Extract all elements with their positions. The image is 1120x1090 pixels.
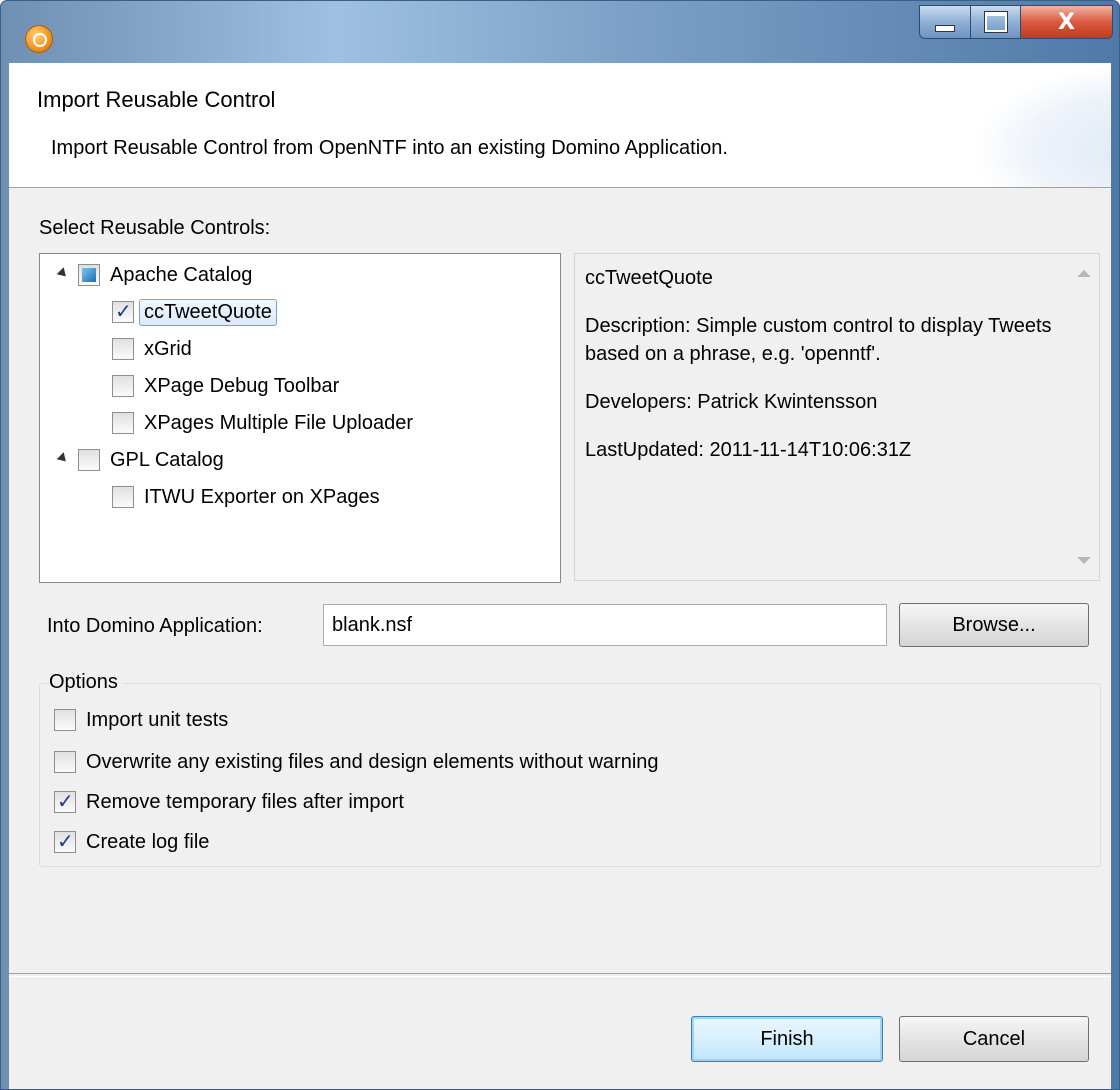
tree-item-label: ITWU Exporter on XPages bbox=[144, 485, 380, 508]
close-button[interactable]: X bbox=[1021, 5, 1113, 39]
option-overwrite-files[interactable]: Overwrite any existing files and design … bbox=[54, 747, 659, 777]
title-bar[interactable]: X bbox=[1, 1, 1119, 63]
option-label: Create log file bbox=[86, 830, 210, 853]
detail-developers: Developers: Patrick Kwintensson bbox=[585, 391, 878, 413]
target-app-label: Into Domino Application: bbox=[47, 615, 263, 637]
tree-item-xpages-file-uploader[interactable]: XPages Multiple File Uploader bbox=[112, 406, 413, 440]
window-controls: X bbox=[919, 5, 1113, 41]
detail-name: ccTweetQuote bbox=[585, 267, 713, 289]
page-description: Import Reusable Control from OpenNTF int… bbox=[51, 137, 728, 159]
scroll-down-icon[interactable] bbox=[1077, 557, 1091, 564]
minimize-button[interactable] bbox=[919, 5, 971, 39]
maximize-icon bbox=[984, 12, 1007, 32]
tree-item-label: XPage Debug Toolbar bbox=[144, 374, 340, 397]
cancel-button[interactable]: Cancel bbox=[899, 1016, 1089, 1062]
banner-decoration bbox=[971, 63, 1111, 187]
option-label: Overwrite any existing files and design … bbox=[86, 750, 659, 773]
option-checkbox[interactable] bbox=[54, 751, 76, 773]
footer-separator bbox=[9, 973, 1111, 977]
tree-item-apache-catalog[interactable]: Apache Catalog bbox=[56, 258, 253, 292]
option-remove-temp-files[interactable]: Remove temporary files after import bbox=[54, 787, 404, 817]
tree-item-cctweetquote[interactable]: ccTweetQuote bbox=[112, 295, 277, 329]
scroll-up-icon[interactable] bbox=[1077, 270, 1091, 277]
tree-item-label: ccTweetQuote bbox=[139, 298, 277, 326]
detail-last-updated: LastUpdated: 2011-11-14T10:06:31Z bbox=[585, 439, 912, 461]
expand-triangle-icon[interactable] bbox=[56, 267, 70, 280]
dialog-window: X Import Reusable Control Import Reusabl… bbox=[0, 0, 1120, 1090]
tree-checkbox[interactable] bbox=[112, 486, 134, 508]
dialog-client: Import Reusable Control Import Reusable … bbox=[9, 63, 1111, 1089]
detail-description: Description: Simple custom control to di… bbox=[585, 315, 1052, 365]
tree-checkbox[interactable] bbox=[78, 264, 100, 286]
option-label: Import unit tests bbox=[86, 708, 229, 731]
wizard-banner: Import Reusable Control Import Reusable … bbox=[9, 63, 1111, 188]
controls-label: Select Reusable Controls: bbox=[39, 217, 271, 239]
tree-checkbox[interactable] bbox=[112, 375, 134, 397]
maximize-button[interactable] bbox=[971, 5, 1021, 39]
tree-item-xpage-debug-toolbar[interactable]: XPage Debug Toolbar bbox=[112, 369, 339, 403]
option-create-log-file[interactable]: Create log file bbox=[54, 827, 209, 857]
tree-checkbox[interactable] bbox=[78, 449, 100, 471]
expand-triangle-icon[interactable] bbox=[56, 452, 70, 465]
tree-item-gpl-catalog[interactable]: GPL Catalog bbox=[56, 443, 224, 477]
details-text: ccTweetQuote Description: Simple custom … bbox=[585, 264, 1065, 484]
option-checkbox[interactable] bbox=[54, 789, 76, 813]
tree-checkbox[interactable] bbox=[112, 338, 134, 360]
options-legend: Options bbox=[49, 671, 122, 694]
control-details[interactable]: ccTweetQuote Description: Simple custom … bbox=[574, 253, 1100, 581]
page-title: Import Reusable Control bbox=[37, 87, 276, 112]
browse-button[interactable]: Browse... bbox=[899, 603, 1089, 647]
tree-checkbox[interactable] bbox=[112, 299, 134, 323]
tree-item-label: Apache Catalog bbox=[110, 263, 253, 286]
option-checkbox[interactable] bbox=[54, 709, 76, 731]
tree-item-label: XPages Multiple File Uploader bbox=[144, 411, 414, 434]
option-import-unit-tests[interactable]: Import unit tests bbox=[54, 705, 228, 735]
close-icon: X bbox=[1058, 9, 1075, 35]
controls-tree[interactable]: Apache Catalog ccTweetQuote xGrid XPage … bbox=[39, 253, 561, 583]
finish-button[interactable]: Finish bbox=[691, 1016, 883, 1062]
option-checkbox[interactable] bbox=[54, 829, 76, 853]
minimize-icon bbox=[935, 24, 955, 32]
tree-checkbox[interactable] bbox=[112, 412, 134, 434]
tree-item-itwu-exporter[interactable]: ITWU Exporter on XPages bbox=[112, 480, 380, 514]
tree-item-label: GPL Catalog bbox=[110, 448, 224, 471]
option-label: Remove temporary files after import bbox=[86, 790, 404, 813]
tree-item-xgrid[interactable]: xGrid bbox=[112, 332, 192, 366]
app-icon bbox=[25, 25, 53, 53]
target-app-input[interactable] bbox=[323, 604, 887, 646]
tree-item-label: xGrid bbox=[144, 337, 192, 360]
